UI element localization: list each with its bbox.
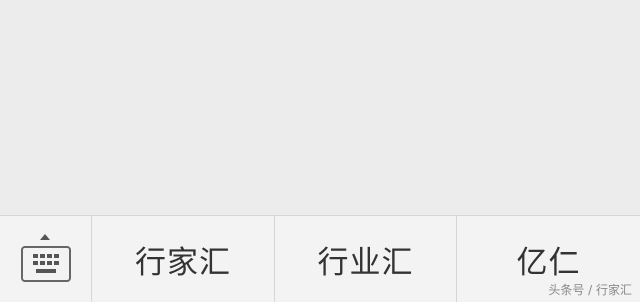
caret-up-icon xyxy=(40,234,50,240)
ime-candidate-bar: 行家汇 行业汇 亿仁 xyxy=(0,215,640,302)
candidate-word-1[interactable]: 行家汇 xyxy=(92,216,275,302)
watermark-text: 头条号 / 行家汇 xyxy=(548,283,632,297)
keyboard-toggle-button[interactable] xyxy=(0,216,92,302)
keyboard-icon xyxy=(21,246,71,282)
candidate-word-2[interactable]: 行业汇 xyxy=(275,216,457,302)
content-area xyxy=(0,0,640,215)
